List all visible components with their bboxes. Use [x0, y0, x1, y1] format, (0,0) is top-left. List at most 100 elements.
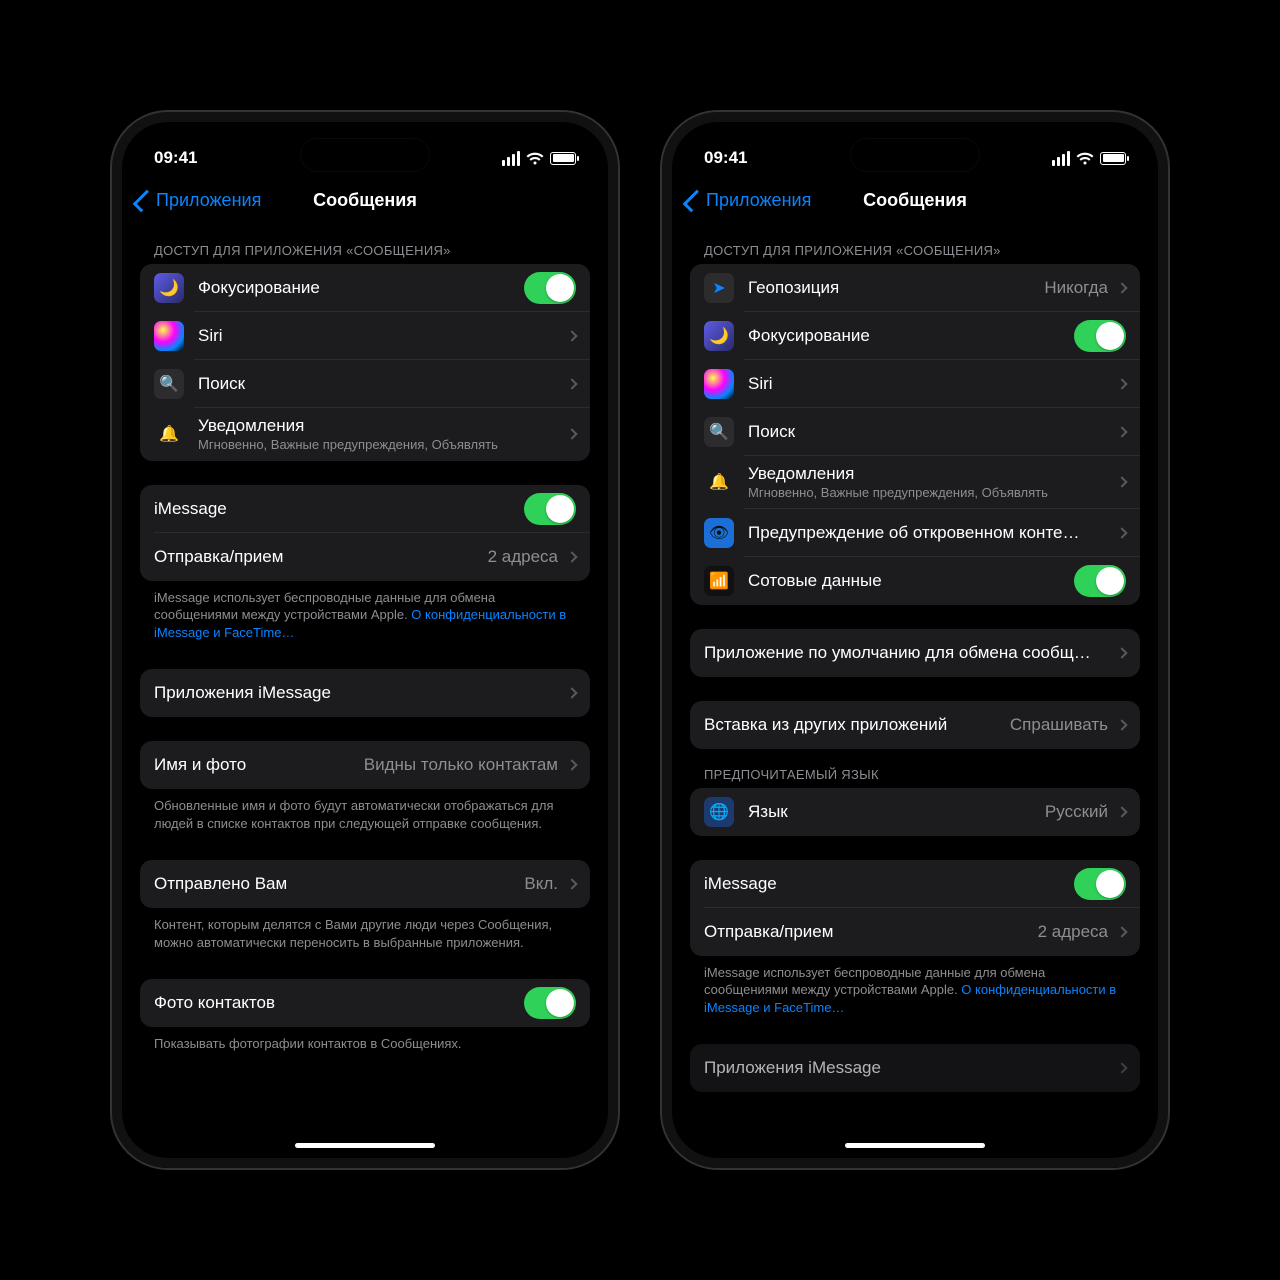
nav-bar: Приложения Сообщения: [674, 180, 1156, 225]
search-icon: 🔍: [704, 417, 734, 447]
row-location[interactable]: ➤ Геопозиция Никогда: [690, 264, 1140, 312]
imessage-footer: iMessage использует беспроводные данные …: [690, 956, 1140, 1021]
battery-icon: [550, 152, 576, 165]
row-paste[interactable]: Вставка из других приложений Спрашивать: [690, 701, 1140, 749]
toggle-contact-photos[interactable]: [524, 987, 576, 1019]
back-label: Приложения: [156, 190, 261, 211]
moon-icon: 🌙: [704, 321, 734, 351]
row-send-receive[interactable]: Отправка/прием 2 адреса: [690, 908, 1140, 956]
access-group: ➤ Геопозиция Никогда 🌙 Фокусирование Sir…: [690, 264, 1140, 605]
wifi-icon: [1076, 152, 1094, 165]
shared-footer: Контент, которым делятся с Вами другие л…: [140, 908, 590, 955]
back-button[interactable]: Приложения: [138, 190, 261, 211]
home-indicator[interactable]: [295, 1143, 435, 1148]
chevron-right-icon: [1116, 1063, 1127, 1074]
row-siri[interactable]: Siri: [140, 312, 590, 360]
row-imessage-apps[interactable]: Приложения iMessage: [140, 669, 590, 717]
row-imessage[interactable]: iMessage: [690, 860, 1140, 908]
row-notifications[interactable]: 🔔 Уведомления Мгновенно, Важные предупре…: [140, 408, 590, 461]
eye-icon: 👁: [704, 518, 734, 548]
toggle-focus[interactable]: [1074, 320, 1126, 352]
imessage-group: iMessage Отправка/прием 2 адреса: [140, 485, 590, 581]
imessage-apps-group: Приложения iMessage: [690, 1044, 1140, 1092]
siri-icon: [704, 369, 734, 399]
shared-group: Отправлено Вам Вкл.: [140, 860, 590, 908]
row-default-app[interactable]: Приложение по умолчанию для обмена сообщ…: [690, 629, 1140, 677]
chevron-left-icon: [133, 189, 156, 212]
chevron-right-icon: [1116, 426, 1127, 437]
chevron-right-icon: [566, 429, 577, 440]
cellular-signal-icon: [502, 151, 521, 166]
settings-scroll[interactable]: ДОСТУП ДЛЯ ПРИЛОЖЕНИЯ «СООБЩЕНИЯ» 🌙 Фоку…: [124, 225, 606, 1156]
section-header: ДОСТУП ДЛЯ ПРИЛОЖЕНИЯ «СООБЩЕНИЯ»: [140, 225, 590, 264]
chevron-right-icon: [566, 378, 577, 389]
dynamic-island: [850, 138, 980, 172]
row-shared-with-you[interactable]: Отправлено Вам Вкл.: [140, 860, 590, 908]
chevron-right-icon: [1116, 647, 1127, 658]
back-label: Приложения: [706, 190, 811, 211]
phone-right: 09:41 Приложения Сообщения ДОСТУП ДЛЯ ПР…: [660, 110, 1170, 1170]
chevron-right-icon: [1116, 719, 1127, 730]
access-group: 🌙 Фокусирование Siri 🔍 Поиск 🔔: [140, 264, 590, 461]
dynamic-island: [300, 138, 430, 172]
status-time: 09:41: [704, 148, 747, 168]
chevron-right-icon: [566, 688, 577, 699]
chevron-right-icon: [1116, 806, 1127, 817]
row-focus[interactable]: 🌙 Фокусирование: [690, 312, 1140, 360]
row-notifications[interactable]: 🔔 Уведомления Мгновенно, Важные предупре…: [690, 456, 1140, 509]
toggle-imessage[interactable]: [524, 493, 576, 525]
battery-icon: [1100, 152, 1126, 165]
moon-icon: 🌙: [154, 273, 184, 303]
status-time: 09:41: [154, 148, 197, 168]
row-search[interactable]: 🔍 Поиск: [140, 360, 590, 408]
imessage-group: iMessage Отправка/прием 2 адреса: [690, 860, 1140, 956]
home-indicator[interactable]: [845, 1143, 985, 1148]
chevron-right-icon: [1116, 527, 1127, 538]
chevron-right-icon: [1116, 477, 1127, 488]
chevron-right-icon: [566, 330, 577, 341]
chevron-right-icon: [566, 879, 577, 890]
row-imessage-apps[interactable]: Приложения iMessage: [690, 1044, 1140, 1092]
chevron-right-icon: [566, 760, 577, 771]
section-header: ДОСТУП ДЛЯ ПРИЛОЖЕНИЯ «СООБЩЕНИЯ»: [690, 225, 1140, 264]
search-icon: 🔍: [154, 369, 184, 399]
chevron-right-icon: [1116, 282, 1127, 293]
toggle-cellular[interactable]: [1074, 565, 1126, 597]
cellular-signal-icon: [1052, 151, 1071, 166]
default-app-group: Приложение по умолчанию для обмена сообщ…: [690, 629, 1140, 677]
location-icon: ➤: [704, 273, 734, 303]
chevron-right-icon: [566, 551, 577, 562]
siri-icon: [154, 321, 184, 351]
contact-photos-footer: Показывать фотографии контактов в Сообще…: [140, 1027, 590, 1057]
contact-photos-group: Фото контактов: [140, 979, 590, 1027]
row-send-receive[interactable]: Отправка/прием 2 адреса: [140, 533, 590, 581]
row-siri[interactable]: Siri: [690, 360, 1140, 408]
row-contact-photos[interactable]: Фото контактов: [140, 979, 590, 1027]
name-photo-footer: Обновленные имя и фото будут автоматичес…: [140, 789, 590, 836]
row-sensitive-content[interactable]: 👁 Предупреждение об откровенном конте…: [690, 509, 1140, 557]
chevron-right-icon: [1116, 378, 1127, 389]
bell-icon: 🔔: [704, 467, 734, 497]
row-cellular[interactable]: 📶 Сотовые данные: [690, 557, 1140, 605]
imessage-footer: iMessage использует беспроводные данные …: [140, 581, 590, 646]
phone-left: 09:41 Приложения Сообщения ДОСТУП ДЛЯ ПР…: [110, 110, 620, 1170]
toggle-imessage[interactable]: [1074, 868, 1126, 900]
row-search[interactable]: 🔍 Поиск: [690, 408, 1140, 456]
row-language[interactable]: 🌐 Язык Русский: [690, 788, 1140, 836]
settings-scroll[interactable]: ДОСТУП ДЛЯ ПРИЛОЖЕНИЯ «СООБЩЕНИЯ» ➤ Геоп…: [674, 225, 1156, 1156]
row-name-photo[interactable]: Имя и фото Видны только контактам: [140, 741, 590, 789]
bell-icon: 🔔: [154, 419, 184, 449]
toggle-focus[interactable]: [524, 272, 576, 304]
globe-icon: 🌐: [704, 797, 734, 827]
chevron-right-icon: [1116, 926, 1127, 937]
antenna-icon: 📶: [704, 566, 734, 596]
paste-group: Вставка из других приложений Спрашивать: [690, 701, 1140, 749]
name-photo-group: Имя и фото Видны только контактам: [140, 741, 590, 789]
row-imessage[interactable]: iMessage: [140, 485, 590, 533]
imessage-apps-group: Приложения iMessage: [140, 669, 590, 717]
language-group: 🌐 Язык Русский: [690, 788, 1140, 836]
row-focus[interactable]: 🌙 Фокусирование: [140, 264, 590, 312]
wifi-icon: [526, 152, 544, 165]
back-button[interactable]: Приложения: [688, 190, 811, 211]
nav-bar: Приложения Сообщения: [124, 180, 606, 225]
